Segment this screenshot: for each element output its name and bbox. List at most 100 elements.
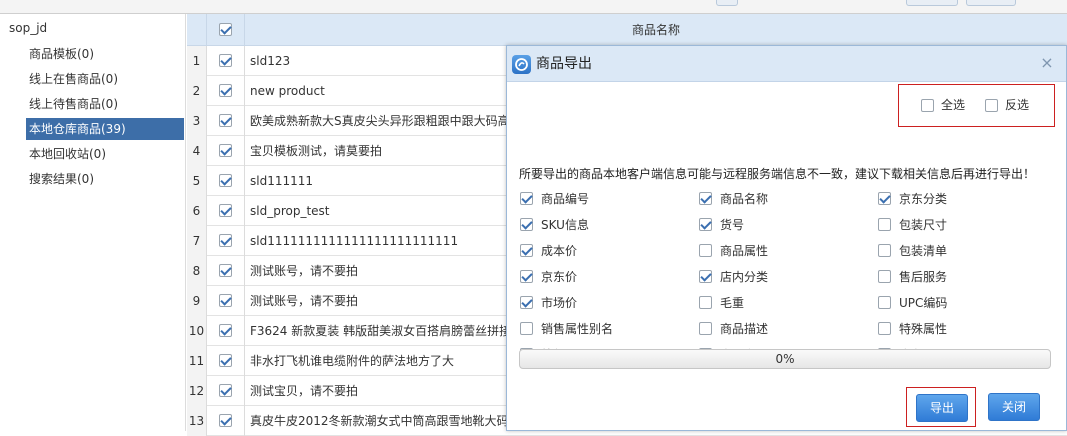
row-checkbox[interactable]	[219, 234, 232, 247]
row-checkbox[interactable]	[219, 294, 232, 307]
export-field-label: 商品描述	[720, 322, 769, 336]
row-checkbox[interactable]	[219, 204, 232, 217]
export-field-checkbox[interactable]	[699, 192, 712, 205]
row-number: 7	[187, 226, 207, 256]
export-field-checkbox[interactable]	[878, 322, 891, 335]
row-number: 2	[187, 76, 207, 106]
export-field-checkbox[interactable]	[520, 218, 533, 231]
sidebar-item[interactable]: 线上在售商品(0)	[26, 68, 184, 90]
export-field-label: 毛重	[720, 296, 745, 310]
export-field-label: 货号	[720, 218, 745, 232]
product-name-cell: 测试账号，请不要拍	[250, 264, 359, 278]
export-field-label: 包装尺寸	[899, 218, 948, 232]
export-warning-text: 所要导出的商品本地客户端信息可能与远程服务端信息不一致，建议下载相关信息后再进行…	[519, 167, 1036, 181]
select-all-label: 全选	[941, 98, 966, 112]
row-number: 5	[187, 166, 207, 196]
export-field-checkbox[interactable]	[520, 244, 533, 257]
row-checkbox[interactable]	[219, 414, 232, 427]
export-progress-bar: 0%	[519, 349, 1051, 369]
top-toolbar-strip	[0, 0, 1067, 14]
row-check-cell	[207, 196, 245, 226]
row-check-cell	[207, 406, 245, 436]
row-number: 10	[187, 316, 207, 346]
close-button[interactable]: 关闭	[988, 393, 1040, 421]
dialog-titlebar[interactable]: 商品导出 ×	[507, 46, 1066, 82]
close-icon[interactable]: ×	[1038, 54, 1056, 72]
row-checkbox[interactable]	[219, 324, 232, 337]
row-check-cell	[207, 46, 245, 76]
export-field-label: 销售属性别名	[541, 322, 614, 336]
export-field-checkbox[interactable]	[878, 296, 891, 309]
row-checkbox[interactable]	[219, 84, 232, 97]
product-name-cell: sld_prop_test	[250, 204, 330, 218]
product-name-cell: sld123	[250, 54, 291, 68]
tree-root-label[interactable]: sop_jd	[9, 21, 47, 35]
export-field-checkbox[interactable]	[878, 270, 891, 283]
row-checkbox[interactable]	[219, 174, 232, 187]
product-name-cell: 真皮牛皮2012冬新款潮女式中筒高跟雪地靴大码	[250, 414, 509, 428]
row-checkbox[interactable]	[219, 114, 232, 127]
header-check-cell	[207, 14, 245, 46]
row-number: 9	[187, 286, 207, 316]
export-field-checkbox[interactable]	[699, 322, 712, 335]
row-check-cell	[207, 106, 245, 136]
row-checkbox[interactable]	[219, 354, 232, 367]
toolbar-button-edge[interactable]	[906, 0, 958, 6]
export-field-label: 商品编号	[541, 192, 590, 206]
toolbar-button-edge[interactable]	[716, 0, 738, 6]
row-check-cell	[207, 136, 245, 166]
row-checkbox[interactable]	[219, 264, 232, 277]
export-field-label: 商品属性	[720, 244, 769, 258]
column-header-product-name[interactable]: 商品名称	[245, 14, 1067, 46]
row-check-cell	[207, 226, 245, 256]
export-field-label: 包装清单	[899, 244, 948, 258]
row-check-cell	[207, 346, 245, 376]
row-number: 12	[187, 376, 207, 406]
selection-controls: 全选 反选	[898, 84, 1055, 127]
export-field-checkbox[interactable]	[699, 296, 712, 309]
row-check-cell	[207, 166, 245, 196]
row-check-cell	[207, 256, 245, 286]
export-field-label: 京东价	[541, 270, 578, 284]
export-field-checkbox[interactable]	[520, 192, 533, 205]
row-number-header	[187, 14, 207, 46]
table-header: 商品名称	[187, 14, 1067, 46]
export-field-checkbox[interactable]	[520, 270, 533, 283]
export-field-label: 商品名称	[720, 192, 769, 206]
product-name-cell: 非水打飞机谁电缆附件的萨法地方了大	[250, 354, 455, 368]
progress-label: 0%	[775, 352, 795, 366]
export-button[interactable]: 导出	[916, 394, 968, 422]
sidebar-item[interactable]: 搜索结果(0)	[26, 168, 184, 190]
export-field-checkbox[interactable]	[878, 218, 891, 231]
export-button-highlight: 导出	[906, 387, 976, 427]
row-number: 3	[187, 106, 207, 136]
app-logo-icon	[512, 55, 531, 74]
export-field-checkbox[interactable]	[699, 270, 712, 283]
select-all-checkbox[interactable]	[921, 99, 934, 112]
invert-selection-checkbox[interactable]	[985, 99, 998, 112]
row-checkbox[interactable]	[219, 54, 232, 67]
product-name-cell: new product	[250, 84, 325, 98]
export-field-checkbox[interactable]	[520, 296, 533, 309]
sidebar-item[interactable]: 线上待售商品(0)	[26, 93, 184, 115]
export-field-label: 成本价	[541, 244, 578, 258]
product-name-cell: 欧美成熟新款大S真皮尖头异形跟粗跟中跟大码高	[250, 114, 510, 128]
sidebar-item[interactable]: 本地仓库商品(39)	[26, 118, 184, 140]
export-field-label: 京东分类	[899, 192, 948, 206]
sidebar-tree: sop_jd 商品模板(0) 线上在售商品(0) 线上待售商品(0) 本地仓库商品(3…	[0, 14, 186, 431]
export-field-checkbox[interactable]	[520, 322, 533, 335]
row-number: 6	[187, 196, 207, 226]
export-field-checkbox[interactable]	[878, 192, 891, 205]
select-all-rows-checkbox[interactable]	[219, 23, 232, 36]
sidebar-item[interactable]: 商品模板(0)	[26, 43, 184, 65]
export-field-checkbox[interactable]	[878, 244, 891, 257]
row-checkbox[interactable]	[219, 144, 232, 157]
row-number: 13	[187, 406, 207, 436]
export-field-checkbox[interactable]	[699, 244, 712, 257]
export-field-checkbox[interactable]	[699, 218, 712, 231]
toolbar-button-edge[interactable]	[966, 0, 1016, 6]
row-checkbox[interactable]	[219, 384, 232, 397]
export-dialog: 商品导出 × 全选 反选 所要导出的商品本地客户端信息可能与远程服务端信息不一致…	[506, 45, 1067, 431]
product-name-cell: 测试宝贝，请不要拍	[250, 384, 359, 398]
sidebar-item[interactable]: 本地回收站(0)	[26, 143, 184, 165]
